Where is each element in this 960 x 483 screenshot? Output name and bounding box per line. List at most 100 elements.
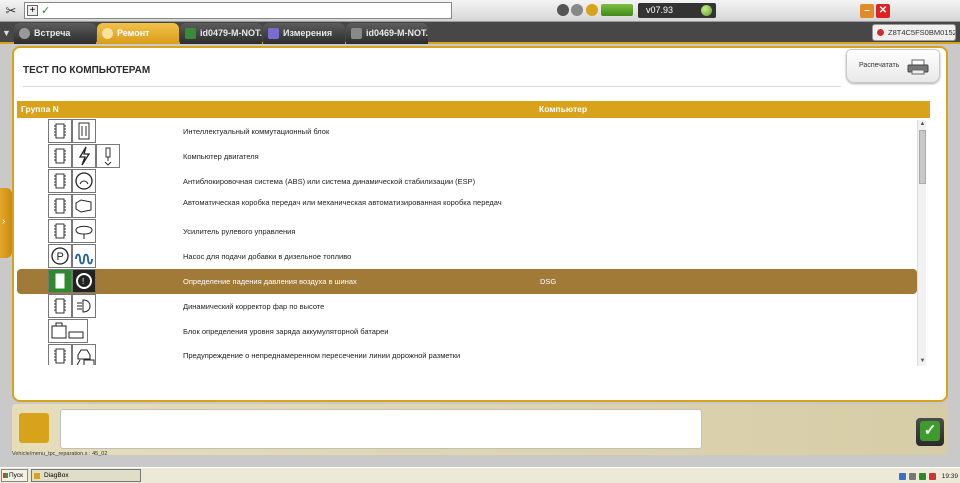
- tab-label: Измерения: [283, 28, 333, 38]
- meeting-icon: [19, 28, 30, 39]
- language-icon[interactable]: [918, 472, 926, 480]
- confirm-button[interactable]: ✓: [916, 418, 944, 446]
- abs-esp-icon: [72, 169, 96, 193]
- scroll-up-icon[interactable]: ▲: [919, 121, 926, 128]
- top-toolbar: ✂ + ✓ v07.93 – ✕: [0, 0, 960, 22]
- add-icon[interactable]: +: [27, 5, 38, 16]
- svg-text:!: !: [82, 277, 84, 286]
- scroll-down-icon[interactable]: ▼: [919, 358, 926, 365]
- injector-icon: [96, 144, 120, 168]
- tab-meeting[interactable]: Встреча: [14, 23, 96, 44]
- ecu-list: Интеллектуальный коммутационный блок Ком…: [17, 119, 917, 365]
- chevron-down-icon[interactable]: ▼: [2, 25, 12, 41]
- table-row-selected[interactable]: ! Определение падения давления воздуха в…: [17, 269, 917, 294]
- battery-monitor-icon: [48, 319, 88, 343]
- chevron-right-icon: ›: [2, 216, 6, 227]
- security-icon[interactable]: [928, 472, 936, 480]
- additive-coil-icon: [72, 244, 96, 268]
- title-divider: [23, 86, 841, 87]
- tools-logo-icon[interactable]: ✂: [3, 3, 19, 19]
- page-title: ТЕСТ ПО КОМПЬЮТЕРАМ: [23, 65, 151, 76]
- table-row[interactable]: Компьютер двигателя: [17, 144, 917, 169]
- table-row[interactable]: Антиблокировочная система (ABS) или сист…: [17, 169, 917, 194]
- vin-label: Z8T4C5FS0BM015219: [888, 28, 955, 37]
- table-row[interactable]: Предупреждение о непреднамеренном пересе…: [17, 344, 917, 365]
- vin-badge[interactable]: Z8T4C5FS0BM015219: [872, 24, 956, 41]
- bottom-bar: ✓: [12, 404, 948, 455]
- table-row[interactable]: Блок определения уровня заряда аккумулят…: [17, 319, 917, 344]
- diagbox-window: ✂ + ✓ v07.93 – ✕ ▼ Встреча Ремонт id0479…: [0, 0, 960, 483]
- clock: 19:39: [941, 472, 958, 480]
- connection-icon[interactable]: [571, 4, 583, 16]
- row-label: Определение падения давления воздуха в ш…: [183, 277, 357, 286]
- ecu-chip-icon: [48, 294, 72, 318]
- table-row[interactable]: Динамический корректор фар по высоте: [17, 294, 917, 319]
- system-tray: 19:39: [898, 470, 958, 482]
- row-label: Интеллектуальный коммутационный блок: [183, 127, 330, 136]
- repair-icon: [102, 28, 113, 39]
- column-header-group[interactable]: Группа N: [21, 101, 59, 118]
- ecu-chip-icon: [48, 194, 72, 218]
- screen-id: Vehicle/menu_tpc_reparation.x : 45_02: [12, 451, 108, 457]
- address-field[interactable]: + ✓: [24, 2, 452, 19]
- taskbar-item-diagbox[interactable]: DiagBox: [31, 469, 141, 482]
- tab-label: id0479-M-NOT...: [200, 28, 262, 38]
- table-row[interactable]: Интеллектуальный коммутационный блок: [17, 119, 917, 144]
- network-icon[interactable]: [898, 472, 906, 480]
- row-computer: DSG: [540, 277, 557, 286]
- waveform-icon: [268, 28, 279, 39]
- windows-flag-icon: [3, 473, 8, 478]
- table-header: Группа N Компьютер: [17, 101, 930, 118]
- diagbox-app-icon: [34, 473, 40, 479]
- tab-measurements[interactable]: Измерения: [263, 23, 345, 44]
- settings-icon[interactable]: [557, 4, 569, 16]
- volume-icon[interactable]: [908, 472, 916, 480]
- version-indicator: v07.93: [638, 3, 716, 18]
- ecu-chip-icon: [48, 169, 72, 193]
- message-area: [60, 409, 702, 449]
- version-label: v07.93: [646, 5, 674, 15]
- print-button[interactable]: Распечатать: [846, 49, 940, 83]
- row-label: Насос для подачи добавки в дизельное топ…: [183, 252, 352, 261]
- table-row[interactable]: P Насос для подачи добавки в дизельное т…: [17, 244, 917, 269]
- update-icon[interactable]: [586, 4, 598, 16]
- gearbox-icon: [72, 194, 96, 218]
- print-label: Распечатать: [859, 62, 900, 69]
- row-label: Усилитель рулевого управления: [183, 227, 296, 236]
- tab-id0479[interactable]: id0479-M-NOT...: [180, 23, 262, 44]
- cube-icon: [185, 28, 196, 39]
- start-button[interactable]: Пуск: [1, 469, 28, 482]
- vehicle-status-icon: [876, 28, 885, 37]
- svg-text:P: P: [57, 251, 64, 263]
- row-label: Автоматическая коробка передач или механ…: [183, 198, 502, 207]
- start-label: Пуск: [9, 472, 23, 479]
- ecu-chip-icon: [48, 144, 72, 168]
- row-label: Предупреждение о непреднамеренном пересе…: [183, 351, 461, 360]
- headlamp-leveling-icon: [72, 294, 96, 318]
- scroll-thumb[interactable]: [919, 130, 926, 184]
- list-scrollbar[interactable]: ▲ ▼: [917, 120, 926, 366]
- battery-status-icon: [601, 4, 633, 16]
- ecu-chip-icon: [48, 219, 72, 243]
- steering-assist-icon: [72, 219, 96, 243]
- tire-pressure-icon: !: [72, 269, 96, 293]
- main-panel: ТЕСТ ПО КОМПЬЮТЕРАМ Распечатать Группа N…: [12, 46, 948, 402]
- close-button[interactable]: ✕: [876, 4, 890, 18]
- lane-departure-off-icon: [72, 344, 96, 365]
- document-icon: [351, 28, 362, 39]
- info-square-button[interactable]: [19, 413, 49, 443]
- row-label: Компьютер двигателя: [183, 152, 259, 161]
- row-label: Динамический корректор фар по высоте: [183, 302, 325, 311]
- minimize-button[interactable]: –: [860, 4, 874, 18]
- tab-label: Ремонт: [117, 28, 150, 38]
- tab-id0469[interactable]: id0469-M-NOT...: [346, 23, 428, 44]
- column-header-computer[interactable]: Компьютер: [539, 101, 587, 118]
- table-row[interactable]: Усилитель рулевого управления: [17, 219, 917, 244]
- printer-icon: [907, 59, 929, 75]
- side-panel-toggle[interactable]: ›: [0, 188, 12, 258]
- tab-label: id0469-M-NOT...: [366, 28, 428, 38]
- tab-repair[interactable]: Ремонт: [97, 23, 179, 44]
- table-row[interactable]: Автоматическая коробка передач или механ…: [17, 194, 917, 219]
- row-label: Антиблокировочная система (ABS) или сист…: [183, 177, 476, 186]
- ecu-chip-icon: [48, 344, 72, 365]
